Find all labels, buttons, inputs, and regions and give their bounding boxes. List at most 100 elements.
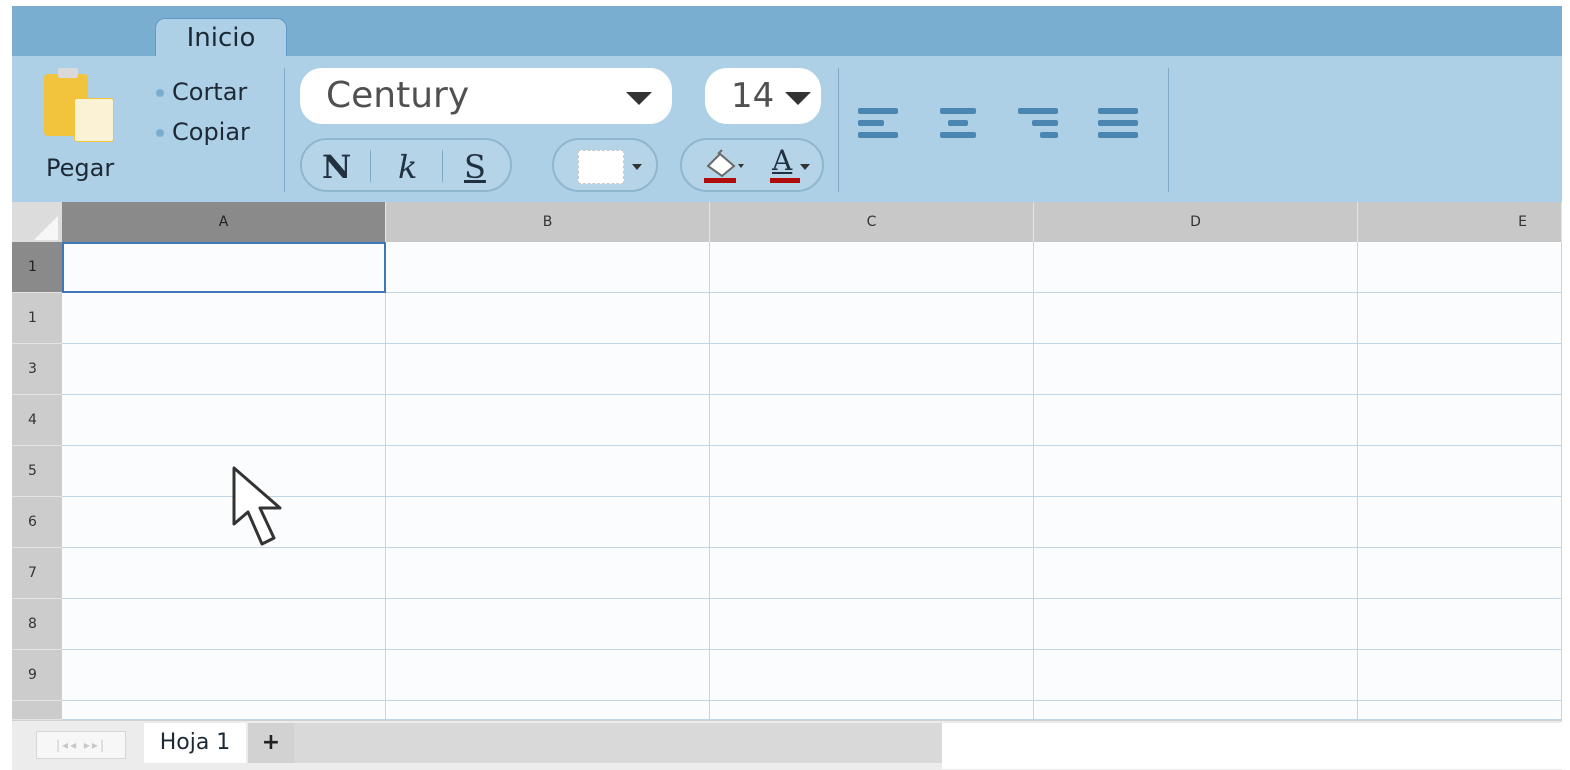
grid-cell[interactable]: [1034, 344, 1358, 395]
align-center-icon[interactable]: [938, 108, 978, 144]
grid-cell[interactable]: [1358, 701, 1562, 720]
grid-cell[interactable]: [62, 548, 386, 599]
grid-cell[interactable]: [710, 599, 1034, 650]
grid-cell[interactable]: [1034, 293, 1358, 344]
column-header-d[interactable]: D: [1034, 202, 1358, 242]
underline-button[interactable]: S: [464, 148, 486, 186]
row-header-9[interactable]: 9: [12, 650, 62, 701]
row-header-3[interactable]: 3: [12, 344, 62, 395]
grid-cell[interactable]: [710, 293, 1034, 344]
column-header-e[interactable]: E: [1358, 202, 1562, 242]
grid-cell[interactable]: [62, 293, 386, 344]
grid-cell[interactable]: [386, 650, 710, 701]
grid-cell[interactable]: [386, 599, 710, 650]
row-header-1[interactable]: 1: [12, 242, 62, 293]
grid-cell[interactable]: [386, 548, 710, 599]
row-header-2[interactable]: 1: [12, 293, 62, 344]
fill-color-button[interactable]: [704, 148, 748, 184]
grid-cell[interactable]: [1358, 242, 1562, 293]
clipboard-clip-icon: [58, 68, 78, 78]
grid-cell[interactable]: [710, 446, 1034, 497]
spreadsheet-app: Inicio Pegar Cortar Copiar Century 14 N: [12, 6, 1562, 770]
grid-cell[interactable]: [710, 344, 1034, 395]
cut-button[interactable]: Cortar: [156, 78, 247, 106]
grid-cell[interactable]: [1034, 650, 1358, 701]
font-size-select[interactable]: 14: [705, 68, 821, 124]
chevron-down-icon: [626, 92, 652, 105]
grid-cell[interactable]: [1034, 497, 1358, 548]
grid-cell[interactable]: [1358, 599, 1562, 650]
sheet-bar: |◂◂ ▸▸| Hoja 1 +: [12, 720, 1562, 770]
grid-cell[interactable]: [710, 497, 1034, 548]
grid-cell[interactable]: [710, 650, 1034, 701]
row-header-6[interactable]: 6: [12, 497, 62, 548]
row-header-5[interactable]: 5: [12, 446, 62, 497]
tab-inicio[interactable]: Inicio: [155, 18, 287, 58]
grid-cell[interactable]: [386, 497, 710, 548]
grid-cell[interactable]: [710, 395, 1034, 446]
grid-cell[interactable]: [62, 650, 386, 701]
grid-cell[interactable]: [710, 242, 1034, 293]
grid-cell[interactable]: [62, 701, 386, 720]
align-left-icon[interactable]: [858, 108, 898, 144]
grid-cell[interactable]: [62, 395, 386, 446]
fill-color-indicator: [704, 178, 736, 183]
column-header-c[interactable]: C: [710, 202, 1034, 242]
font-family-value: Century: [326, 75, 470, 116]
sheet-tab-hoja-1[interactable]: Hoja 1: [144, 723, 246, 763]
row-header-7[interactable]: 7: [12, 548, 62, 599]
grid-cell[interactable]: [1358, 497, 1562, 548]
grid-cell[interactable]: [62, 344, 386, 395]
ribbon-divider: [1168, 68, 1169, 192]
add-sheet-button[interactable]: +: [248, 723, 294, 763]
grid-cell[interactable]: [62, 599, 386, 650]
column-header-b[interactable]: B: [386, 202, 710, 242]
row-header-4[interactable]: 4: [12, 395, 62, 446]
select-all-corner[interactable]: [12, 202, 62, 242]
grid-cell[interactable]: [1034, 701, 1358, 720]
divider: [442, 150, 443, 182]
paper-icon: [74, 98, 114, 142]
font-family-select[interactable]: Century: [300, 68, 672, 124]
grid-cell[interactable]: [386, 242, 710, 293]
column-header-a[interactable]: A: [62, 202, 386, 242]
grid-cell[interactable]: [1358, 344, 1562, 395]
grid-cell[interactable]: [1358, 650, 1562, 701]
bullet-icon: [156, 129, 164, 137]
align-justify-icon[interactable]: [1098, 108, 1138, 144]
bold-button[interactable]: N: [322, 148, 351, 186]
cut-label: Cortar: [172, 78, 248, 106]
grid-cell[interactable]: [1358, 446, 1562, 497]
grid-cell[interactable]: [386, 344, 710, 395]
grid-cell[interactable]: [386, 701, 710, 720]
grid-cell[interactable]: [386, 446, 710, 497]
active-cell[interactable]: [62, 242, 386, 293]
grid-cell[interactable]: [1034, 599, 1358, 650]
mouse-pointer-icon: [232, 466, 282, 546]
grid-cell[interactable]: [62, 446, 386, 497]
ribbon-divider: [284, 68, 285, 192]
grid-cell[interactable]: [1034, 395, 1358, 446]
sheet-nav-arrows[interactable]: |◂◂ ▸▸|: [36, 731, 126, 759]
horizontal-scrollbar[interactable]: [294, 723, 942, 763]
grid-cell[interactable]: [1358, 395, 1562, 446]
grid-cell[interactable]: [1034, 548, 1358, 599]
grid-cell[interactable]: [1034, 242, 1358, 293]
grid-cell[interactable]: [1358, 293, 1562, 344]
italic-button[interactable]: k: [398, 148, 417, 186]
borders-button[interactable]: [552, 138, 658, 192]
copy-button[interactable]: Copiar: [156, 118, 250, 146]
row-header-8[interactable]: 8: [12, 599, 62, 650]
grid-cell[interactable]: [386, 395, 710, 446]
grid-cell[interactable]: [710, 701, 1034, 720]
grid-cell[interactable]: [1358, 548, 1562, 599]
font-color-button[interactable]: A: [770, 144, 814, 184]
grid-cell[interactable]: [386, 293, 710, 344]
grid-cell[interactable]: [62, 497, 386, 548]
text-style-group: N k S: [300, 138, 512, 192]
grid-cell[interactable]: [710, 548, 1034, 599]
grid-cell[interactable]: [1034, 446, 1358, 497]
select-all-triangle-icon: [34, 216, 58, 240]
align-right-icon[interactable]: [1018, 108, 1058, 144]
paste-button[interactable]: Pegar: [40, 66, 120, 186]
